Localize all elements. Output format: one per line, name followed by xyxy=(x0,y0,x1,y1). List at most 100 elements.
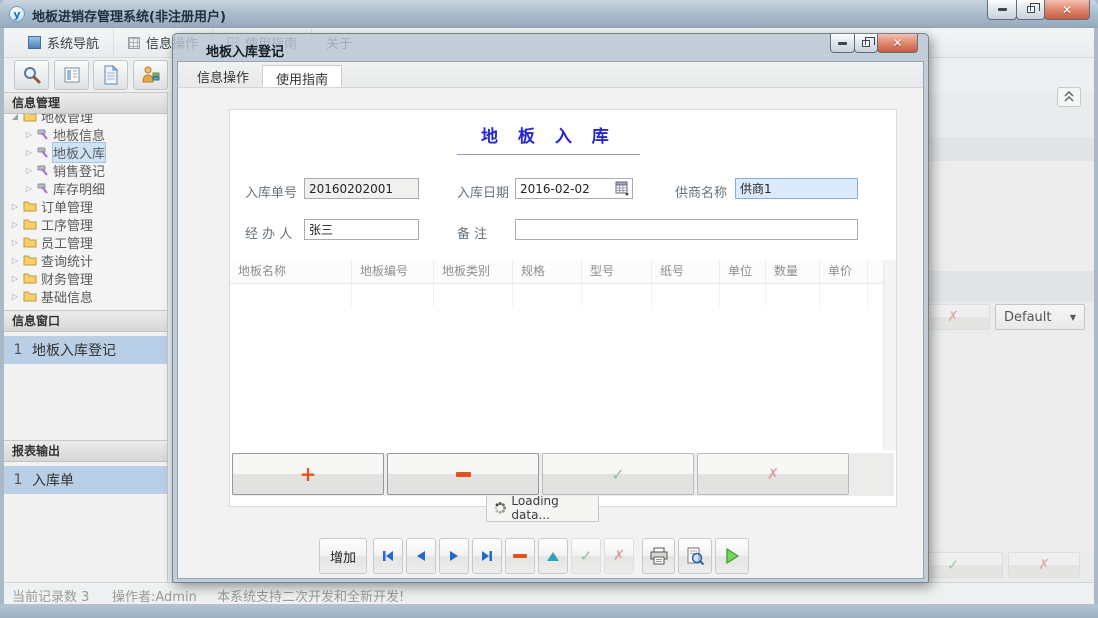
dialog-window-controls: ✕ xyxy=(831,34,918,53)
last-record-icon xyxy=(481,551,493,561)
dialog-minimize-button[interactable] xyxy=(830,34,855,53)
date-picker[interactable] xyxy=(515,178,633,199)
grid-delete-button[interactable] xyxy=(387,453,539,495)
print-button[interactable] xyxy=(642,538,675,574)
bg-cancel-button-2[interactable]: ✗ xyxy=(1008,552,1080,578)
expander-icon[interactable]: ▷ xyxy=(10,238,20,247)
dialog-titlebar[interactable]: 地板入库登记 ✕ xyxy=(173,34,928,61)
tree-folder[interactable]: ▷ 工序管理 xyxy=(4,215,167,233)
close-button[interactable]: ✕ xyxy=(1044,0,1090,20)
navigation-tree: ◢ 地板管理 ▷ 地板信息 ▷ xyxy=(4,114,167,310)
expander-icon[interactable]: ▷ xyxy=(10,256,20,265)
nav-cancel-button[interactable]: ✗ xyxy=(604,538,634,574)
tree-item[interactable]: ▷ 地板信息 xyxy=(4,125,167,143)
grid-confirm-button[interactable]: ✓ xyxy=(542,453,694,495)
supplier-input[interactable] xyxy=(735,178,858,199)
dialog-maximize-button[interactable] xyxy=(854,34,878,53)
status-operator: 操作者:Admin xyxy=(112,586,197,605)
tree-folder[interactable]: ▷ 订单管理 xyxy=(4,197,167,215)
tree-item-root[interactable]: ◢ 地板管理 xyxy=(4,114,167,125)
expander-icon[interactable]: ▷ xyxy=(10,274,20,283)
nav-add-button[interactable]: 增加 xyxy=(319,538,367,574)
expander-icon[interactable]: ▷ xyxy=(10,292,20,301)
run-button[interactable] xyxy=(715,538,749,574)
loading-indicator: Loading data... xyxy=(486,494,599,522)
tree-folder[interactable]: ▷ 员工管理 xyxy=(4,233,167,251)
grid-column-header[interactable]: 纸号 xyxy=(652,260,720,283)
default-dropdown[interactable]: Default ▼ xyxy=(995,304,1085,330)
tree-folder[interactable]: ▷ 基础信息 xyxy=(4,287,167,305)
loading-text: Loading data... xyxy=(511,494,591,522)
tool-icon xyxy=(37,182,49,194)
remark-input[interactable] xyxy=(515,219,858,240)
row-label: 地板入库登记 xyxy=(32,340,116,360)
grid-button-row: + ✓ ✗ xyxy=(232,453,894,496)
calendar-icon[interactable] xyxy=(615,181,630,196)
report-button[interactable] xyxy=(54,60,89,90)
field-label-handler: 经 办 人 xyxy=(245,223,292,242)
app-logo-icon: y xyxy=(9,6,25,22)
grid-column-header[interactable]: 型号 xyxy=(582,260,652,283)
tree-folder[interactable]: ▷ 查询统计 xyxy=(4,251,167,269)
nav-first-button[interactable] xyxy=(373,538,403,574)
tree-item[interactable]: ▷ 销售登记 xyxy=(4,161,167,179)
grid-column-header[interactable]: 规格 xyxy=(513,260,582,283)
tab-info-operation[interactable]: 信息操作 xyxy=(184,62,262,87)
nav-delete-button[interactable] xyxy=(505,538,535,574)
expander-icon[interactable]: ▷ xyxy=(24,148,34,157)
tree-item[interactable]: ▷ 库存明细 xyxy=(4,179,167,197)
restore-button[interactable] xyxy=(1016,0,1045,20)
nav-prev-button[interactable] xyxy=(406,538,436,574)
search-button[interactable] xyxy=(14,60,49,90)
dialog-close-button[interactable]: ✕ xyxy=(877,34,918,53)
grid-scrollbar[interactable] xyxy=(883,260,896,450)
status-message: 本系统支持二次开发和全新开发! xyxy=(217,586,404,605)
grid-add-button[interactable]: + xyxy=(232,453,384,495)
document-button[interactable] xyxy=(93,60,128,90)
folder-icon xyxy=(23,273,37,284)
nav-next-button[interactable] xyxy=(439,538,469,574)
dropdown-value: Default xyxy=(1004,310,1052,325)
grid-column-header[interactable]: 单价 xyxy=(820,260,868,283)
row-label: 入库单 xyxy=(32,470,74,490)
form-title: 地 板 入 库 xyxy=(457,122,640,155)
nav-last-button[interactable] xyxy=(472,538,502,574)
double-chevron-up-icon xyxy=(1064,91,1074,103)
cross-icon: ✗ xyxy=(1038,557,1050,573)
order-no-input[interactable] xyxy=(304,178,419,199)
grid-cancel-button[interactable]: ✗ xyxy=(697,453,849,495)
window-titlebar[interactable]: y 地板进销存管理系统(非注册用户) ✕ xyxy=(0,0,1098,28)
grid-column-header[interactable]: 地板类别 xyxy=(434,260,513,283)
expander-icon[interactable]: ▷ xyxy=(24,130,34,139)
row-index: 1 xyxy=(4,342,32,358)
expander-icon[interactable]: ▷ xyxy=(10,202,20,211)
report-output-item[interactable]: 1 入库单 xyxy=(4,466,167,494)
row-index: 1 xyxy=(4,472,32,488)
print-preview-button[interactable] xyxy=(678,538,712,574)
tab-user-guide[interactable]: 使用指南 xyxy=(262,65,342,87)
nav-edit-button[interactable] xyxy=(538,538,568,574)
expander-icon[interactable]: ▷ xyxy=(24,166,34,175)
check-icon: ✓ xyxy=(611,465,624,484)
handler-input[interactable] xyxy=(304,219,419,240)
collapse-panel-button[interactable] xyxy=(1057,87,1081,107)
tree-folder[interactable]: ▷ 财务管理 xyxy=(4,269,167,287)
expander-icon[interactable]: ▷ xyxy=(10,220,20,229)
grid-column-header[interactable]: 地板名称 xyxy=(230,260,352,283)
tree-item-selected[interactable]: ▷ 地板入库 xyxy=(4,143,167,161)
minus-icon xyxy=(456,472,471,477)
user-chart-icon xyxy=(141,65,161,85)
detail-grid: 地板名称 地板编号 地板类别 规格 型号 纸号 单位 数量 单价 xyxy=(230,260,896,450)
report-output-list: 1 入库单 xyxy=(4,466,167,560)
grid-column-header[interactable]: 单位 xyxy=(720,260,766,283)
user-manage-button[interactable] xyxy=(133,60,168,90)
grid-empty-row xyxy=(230,284,896,306)
info-window-item[interactable]: 1 地板入库登记 xyxy=(4,336,167,364)
menu-system-nav[interactable]: 系统导航 xyxy=(14,28,114,57)
expander-icon[interactable]: ▷ xyxy=(24,184,34,193)
minimize-button[interactable] xyxy=(987,0,1017,20)
info-window-list: 1 地板入库登记 xyxy=(4,336,167,440)
nav-post-button[interactable]: ✓ xyxy=(571,538,601,574)
grid-column-header[interactable]: 数量 xyxy=(766,260,820,283)
grid-column-header[interactable]: 地板编号 xyxy=(352,260,434,283)
